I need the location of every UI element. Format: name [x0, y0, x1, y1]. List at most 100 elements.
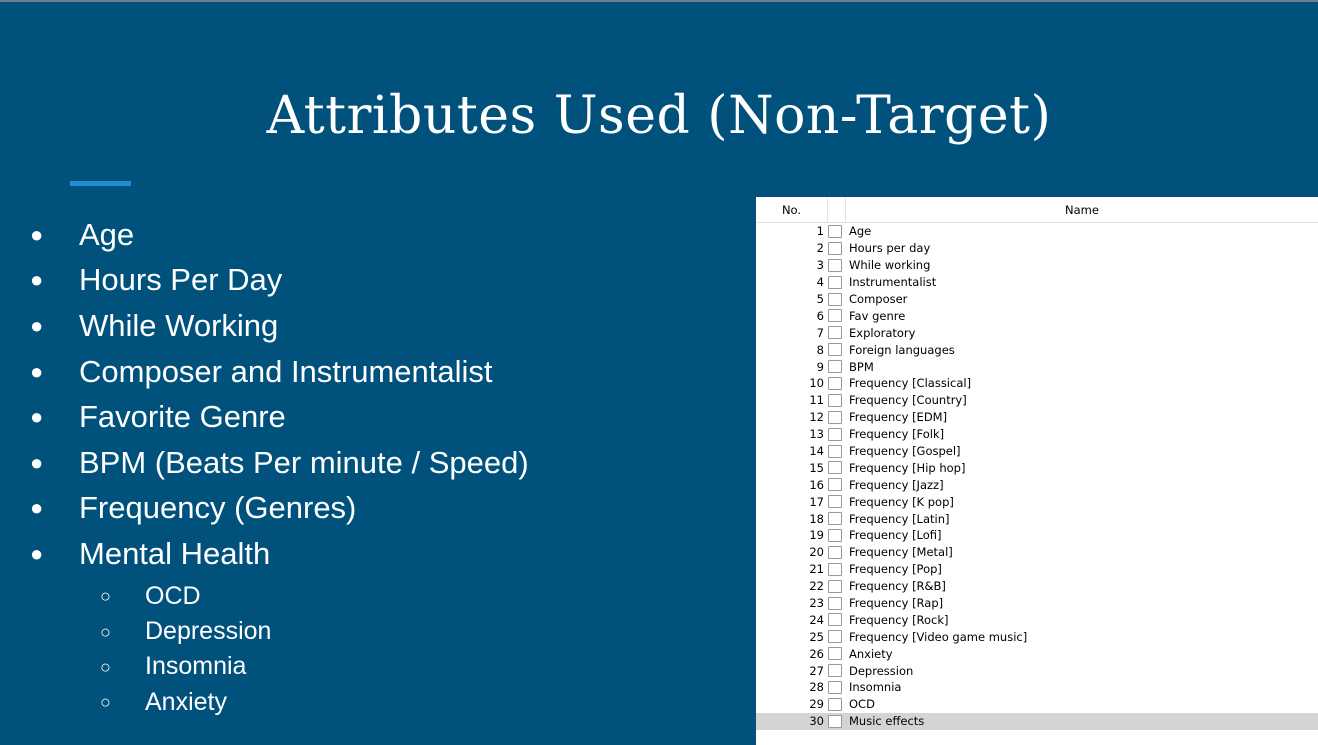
row-checkbox[interactable]: [828, 393, 842, 407]
table-row[interactable]: 8 Foreign languages: [756, 341, 1318, 358]
table-row[interactable]: 21 Frequency [Pop]: [756, 561, 1318, 578]
table-row[interactable]: 4 Instrumentalist: [756, 274, 1318, 291]
row-checkbox[interactable]: [828, 461, 842, 475]
row-number: 12: [809, 410, 824, 425]
table-row[interactable]: 5 Composer: [756, 291, 1318, 308]
bullet-item: ● While Working: [28, 303, 529, 349]
row-attribute-name: Frequency [Latin]: [849, 511, 950, 526]
table-row[interactable]: 19 Frequency [Lofi]: [756, 527, 1318, 544]
row-checkbox[interactable]: [828, 376, 842, 390]
table-row[interactable]: 30 Music effects: [756, 712, 1318, 730]
row-checkbox[interactable]: [828, 241, 842, 255]
row-checkbox[interactable]: [828, 562, 842, 576]
row-checkbox[interactable]: [828, 596, 842, 610]
table-row[interactable]: 29 OCD: [756, 696, 1318, 713]
row-checkbox[interactable]: [828, 427, 842, 441]
table-row[interactable]: 11 Frequency [Country]: [756, 392, 1318, 409]
table-row[interactable]: 1 Age: [756, 223, 1318, 240]
row-number: 3: [816, 258, 824, 273]
row-checkbox[interactable]: [828, 613, 842, 627]
row-checkbox[interactable]: [828, 697, 842, 711]
row-checkbox[interactable]: [828, 224, 842, 238]
row-checkbox[interactable]: [828, 664, 842, 678]
slide-title: Attributes Used (Non-Target): [266, 86, 1052, 146]
table-row[interactable]: 10 Frequency [Classical]: [756, 375, 1318, 392]
sub-bullet-item: ○ Depression: [100, 614, 529, 649]
row-number: 11: [809, 393, 824, 408]
table-row[interactable]: 17 Frequency [K pop]: [756, 493, 1318, 510]
attribute-rows: 1 Age 2 Hours per day 3 While working 4 Instrum…: [756, 223, 1318, 730]
sub-bullet-item: ○ Insomnia: [100, 649, 529, 684]
row-checkbox[interactable]: [828, 630, 842, 644]
row-checkbox[interactable]: [828, 275, 842, 289]
row-attribute-name: Composer: [849, 292, 908, 306]
row-checkbox[interactable]: [828, 545, 842, 559]
row-checkbox[interactable]: [828, 410, 842, 424]
table-row[interactable]: 27 Depression: [756, 662, 1318, 679]
table-row[interactable]: 25 Frequency [Video game music]: [756, 628, 1318, 645]
sub-bullet-group: ○ OCD ○ Depression ○ Insomnia ○ Anxiety: [28, 579, 529, 720]
table-row[interactable]: 16 Frequency [Jazz]: [756, 476, 1318, 493]
column-header-checkbox: [828, 197, 846, 222]
row-checkbox[interactable]: [828, 478, 842, 492]
row-checkbox[interactable]: [828, 326, 842, 340]
row-attribute-name: BPM: [849, 359, 874, 374]
bullet-item: ● Mental Health: [28, 531, 529, 577]
row-checkbox[interactable]: [828, 495, 842, 509]
sub-bullet-text: Insomnia: [145, 652, 247, 681]
bullet-item: ● Age: [28, 212, 529, 258]
row-number: 30: [809, 714, 824, 729]
table-row[interactable]: 7 Exploratory: [756, 324, 1318, 341]
table-row[interactable]: 20 Frequency [Metal]: [756, 544, 1318, 561]
row-checkbox[interactable]: [828, 647, 842, 661]
row-checkbox[interactable]: [828, 343, 842, 357]
row-checkbox[interactable]: [828, 258, 842, 272]
table-row[interactable]: 26 Anxiety: [756, 645, 1318, 662]
table-row[interactable]: 22 Frequency [R&B]: [756, 578, 1318, 595]
table-row[interactable]: 13 Frequency [Folk]: [756, 426, 1318, 443]
table-row[interactable]: 14 Frequency [Gospel]: [756, 443, 1318, 460]
sub-bullet-text: Anxiety: [145, 687, 227, 716]
row-attribute-name: Frequency [K pop]: [849, 494, 954, 509]
row-checkbox[interactable]: [828, 292, 842, 306]
sub-bullet-item: ○ Anxiety: [100, 685, 529, 720]
table-row[interactable]: 9 BPM: [756, 358, 1318, 375]
row-number: 28: [809, 680, 824, 695]
row-attribute-name: Depression: [849, 663, 914, 678]
bullet-dot-icon: ●: [30, 267, 44, 293]
table-row[interactable]: 28 Insomnia: [756, 679, 1318, 696]
row-checkbox[interactable]: [828, 444, 842, 458]
table-row[interactable]: 18 Frequency [Latin]: [756, 510, 1318, 527]
row-number: 25: [809, 629, 824, 644]
row-attribute-name: Frequency [Gospel]: [849, 444, 961, 459]
row-attribute-name: Fav genre: [849, 308, 906, 323]
row-checkbox[interactable]: [828, 512, 842, 526]
row-number: 24: [809, 612, 824, 627]
row-attribute-name: Frequency [Folk]: [849, 427, 945, 442]
row-checkbox[interactable]: [828, 680, 842, 694]
table-row[interactable]: 6 Fav genre: [756, 307, 1318, 324]
row-number: 19: [809, 528, 824, 543]
row-attribute-name: OCD: [849, 697, 875, 712]
row-checkbox[interactable]: [828, 309, 842, 323]
column-header-name[interactable]: Name: [846, 197, 1318, 223]
table-row[interactable]: 15 Frequency [Hip hop]: [756, 459, 1318, 476]
table-header: No. Name: [756, 197, 1318, 223]
column-header-no[interactable]: No.: [756, 197, 828, 222]
row-number: 22: [809, 579, 824, 594]
table-row[interactable]: 12 Frequency [EDM]: [756, 409, 1318, 426]
bullet-text: While Working: [79, 307, 279, 343]
row-number: 15: [809, 460, 824, 475]
bullet-dot-icon: ●: [30, 449, 44, 475]
table-row[interactable]: 23 Frequency [Rap]: [756, 595, 1318, 612]
row-checkbox[interactable]: [828, 714, 842, 728]
table-row[interactable]: 3 While working: [756, 257, 1318, 274]
row-checkbox[interactable]: [828, 360, 842, 374]
bullet-item: ● Hours Per Day: [28, 258, 529, 304]
row-checkbox[interactable]: [828, 579, 842, 593]
row-attribute-name: Insomnia: [849, 680, 902, 695]
row-checkbox[interactable]: [828, 528, 842, 542]
row-attribute-name: Foreign languages: [849, 342, 955, 357]
table-row[interactable]: 24 Frequency [Rock]: [756, 611, 1318, 628]
table-row[interactable]: 2 Hours per day: [756, 240, 1318, 257]
